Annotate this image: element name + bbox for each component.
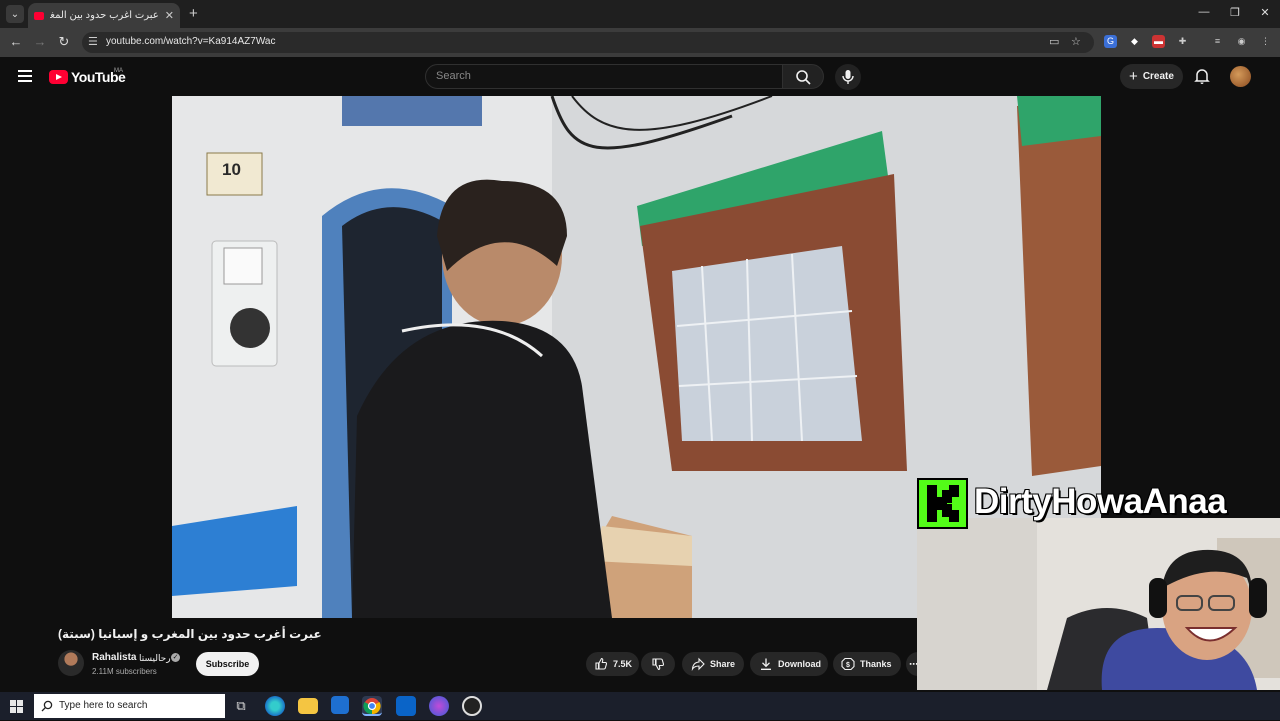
taskbar-search-box[interactable] xyxy=(34,694,225,718)
active-tab[interactable]: عبرت أغرب حدود بين المغرب و إسبانيا (سبت… xyxy=(28,3,180,28)
obs-icon[interactable] xyxy=(462,696,482,716)
app-icon-purple[interactable] xyxy=(429,696,449,716)
channel-name-arabic[interactable]: رحاليستا xyxy=(139,653,171,664)
tab-title: عبرت أغرب حدود بين المغرب و إسبانيا (سبت… xyxy=(50,10,159,21)
taskbar-search-icon xyxy=(41,700,53,712)
webcam-frame xyxy=(917,518,1280,690)
minimize-button[interactable]: — xyxy=(1196,6,1212,18)
search-input[interactable] xyxy=(436,70,766,82)
youtube-header: YouTube MA + Create xyxy=(0,57,1280,96)
chrome-icon xyxy=(363,698,381,715)
download-icon xyxy=(761,658,771,670)
create-button[interactable]: + Create xyxy=(1120,64,1183,89)
cast-icon[interactable]: ▭ xyxy=(1049,35,1059,48)
thumbs-down-icon xyxy=(652,658,665,671)
voice-search-button[interactable] xyxy=(835,64,861,90)
share-label: Share xyxy=(710,659,736,669)
back-arrow-icon[interactable]: ← xyxy=(8,34,24,50)
diamond-extension-icon[interactable]: ◆ xyxy=(1128,35,1141,48)
dislike-button[interactable] xyxy=(641,652,675,676)
taskbar-search-input[interactable] xyxy=(59,700,219,711)
verified-check-icon: ✓ xyxy=(171,653,180,662)
new-tab-button[interactable]: + xyxy=(189,5,198,22)
video-title: عبرت أغرب حدود بين المغرب و إسبانيا (سبت… xyxy=(58,627,322,641)
forward-arrow-icon[interactable]: → xyxy=(32,34,48,50)
download-button[interactable]: Download xyxy=(750,652,828,676)
site-info-icon[interactable]: ☰ xyxy=(88,35,98,48)
channel-avatar[interactable] xyxy=(58,650,84,676)
streamer-webcam xyxy=(917,518,1280,690)
hamburger-menu-icon[interactable] xyxy=(18,70,32,82)
download-label: Download xyxy=(778,659,821,669)
svg-text:$: $ xyxy=(846,662,850,669)
search-box xyxy=(425,64,783,89)
create-label: Create xyxy=(1142,71,1174,82)
search-button[interactable] xyxy=(782,64,824,89)
notifications-bell-icon[interactable] xyxy=(1193,67,1211,85)
kick-k-icon xyxy=(927,485,959,522)
house-number: 10 xyxy=(222,160,241,179)
task-view-icon[interactable]: ⧉ xyxy=(231,696,251,716)
edge-browser-icon[interactable] xyxy=(265,696,285,716)
thanks-dollar-icon: $ xyxy=(841,657,855,671)
extensions-puzzle-icon[interactable]: ✚ xyxy=(1176,35,1189,48)
red-extension-icon[interactable]: ▬ xyxy=(1152,35,1165,48)
window-close-button[interactable]: ✕ xyxy=(1257,6,1273,19)
user-avatar[interactable] xyxy=(1230,66,1251,87)
browser-tab-strip: ⌄ عبرت أغرب حدود بين المغرب و إسبانيا (س… xyxy=(0,0,1280,28)
like-button[interactable]: 7.5K xyxy=(586,652,639,676)
like-count: 7.5K xyxy=(613,659,633,669)
chrome-taskbar-icon[interactable] xyxy=(362,696,382,716)
address-bar[interactable]: ☰ youtube.com/watch?v=Ka914AZ7Wac ▭ ☆ xyxy=(82,32,1094,53)
youtube-favicon-icon xyxy=(34,11,44,20)
reload-icon[interactable]: ↻ xyxy=(56,34,72,50)
thanks-label: Thanks xyxy=(860,659,892,669)
kick-logo xyxy=(917,478,968,529)
translate-extension-icon[interactable]: G xyxy=(1104,35,1117,48)
browser-menu-icon[interactable]: ⋮ xyxy=(1259,35,1272,48)
search-icon xyxy=(796,70,811,85)
plus-icon: + xyxy=(1129,68,1138,85)
bookmark-star-icon[interactable]: ☆ xyxy=(1071,35,1081,48)
subscriber-count: 2.11M subscribers xyxy=(92,667,157,676)
windows-start-icon[interactable] xyxy=(10,700,23,713)
file-explorer-icon[interactable] xyxy=(298,698,318,714)
share-arrow-icon xyxy=(691,657,705,671)
streamer-name: DirtyHowaAnaa xyxy=(974,482,1227,521)
url-text[interactable]: youtube.com/watch?v=Ka914AZ7Wac xyxy=(106,36,275,47)
thanks-button[interactable]: $ Thanks xyxy=(833,652,901,676)
subscribe-button[interactable]: Subscribe xyxy=(196,652,259,676)
profile-icon[interactable]: ◉ xyxy=(1235,35,1248,48)
browser-toolbar: ← → ↻ ☰ youtube.com/watch?v=Ka914AZ7Wac … xyxy=(0,28,1280,57)
restore-button[interactable]: ❐ xyxy=(1227,6,1243,19)
tab-search-button[interactable]: ⌄ xyxy=(6,5,24,23)
outlook-icon[interactable] xyxy=(396,696,416,716)
windows-taskbar: ⧉ xyxy=(0,692,1280,720)
tab-close-icon[interactable]: ✕ xyxy=(165,9,174,22)
channel-name[interactable]: Rahalista xyxy=(92,652,136,663)
thumbs-up-icon xyxy=(595,657,608,670)
country-code: MA xyxy=(114,68,123,74)
store-icon[interactable] xyxy=(331,696,349,714)
share-button[interactable]: Share xyxy=(682,652,744,676)
microphone-icon xyxy=(842,70,854,84)
media-control-icon[interactable]: ≡ xyxy=(1211,35,1224,48)
youtube-play-icon xyxy=(49,70,68,84)
